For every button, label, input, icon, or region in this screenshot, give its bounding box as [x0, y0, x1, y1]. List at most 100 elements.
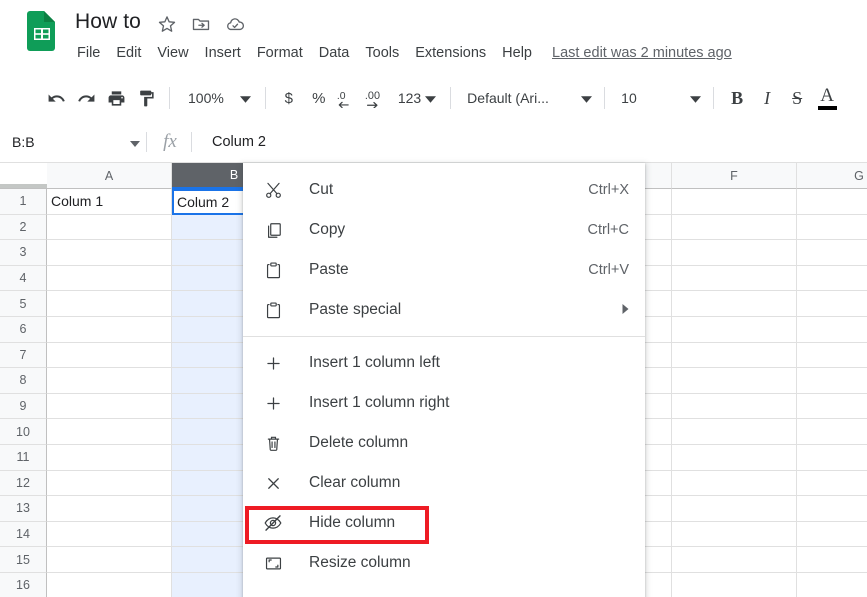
cell-f1[interactable]: [672, 189, 797, 215]
cell-a7[interactable]: [47, 343, 172, 369]
cell-a11[interactable]: [47, 445, 172, 471]
name-box[interactable]: B:B: [12, 130, 140, 154]
cell-a10[interactable]: [47, 419, 172, 445]
cell-a15[interactable]: [47, 547, 172, 573]
menu-format[interactable]: Format: [249, 42, 311, 64]
cell-a3[interactable]: [47, 240, 172, 266]
context-menu-item-clear-column[interactable]: Clear column: [243, 463, 645, 503]
paint-format-button[interactable]: [131, 83, 161, 113]
cell-g14[interactable]: [797, 522, 867, 548]
row-header-12[interactable]: 12: [0, 471, 47, 497]
context-menu-item-paste[interactable]: Paste Ctrl+V: [243, 250, 645, 290]
formula-input[interactable]: Colum 2: [200, 130, 867, 154]
context-menu-item-resize-column[interactable]: Resize column: [243, 543, 645, 583]
context-menu-item-cut[interactable]: Cut Ctrl+X: [243, 170, 645, 210]
cell-a12[interactable]: [47, 471, 172, 497]
cell-g9[interactable]: [797, 394, 867, 420]
cell-g13[interactable]: [797, 496, 867, 522]
column-header-f[interactable]: F: [672, 163, 797, 189]
cell-f4[interactable]: [672, 266, 797, 292]
cell-g11[interactable]: [797, 445, 867, 471]
cell-g2[interactable]: [797, 215, 867, 241]
context-menu-item-copy[interactable]: Copy Ctrl+C: [243, 210, 645, 250]
column-header-a[interactable]: A: [47, 163, 172, 189]
document-title[interactable]: How to: [75, 10, 141, 34]
increase-decimal-button[interactable]: .00: [364, 83, 394, 113]
cell-g8[interactable]: [797, 368, 867, 394]
redo-button[interactable]: [71, 83, 101, 113]
cloud-saved-icon[interactable]: [225, 14, 245, 34]
text-color-button[interactable]: A: [812, 82, 842, 114]
star-icon[interactable]: [157, 14, 177, 34]
row-header-5[interactable]: 5: [0, 291, 47, 317]
menu-extensions[interactable]: Extensions: [407, 42, 494, 64]
percent-format-button[interactable]: %: [304, 83, 334, 113]
context-menu-item-hide-column[interactable]: Hide column: [243, 503, 645, 543]
select-all-corner[interactable]: [0, 163, 48, 189]
zoom-selector[interactable]: 100%: [178, 84, 257, 112]
print-button[interactable]: [101, 83, 131, 113]
context-menu-item-insert-column-left[interactable]: Insert 1 column left: [243, 343, 645, 383]
number-format-selector[interactable]: 123: [394, 84, 442, 112]
cell-a6[interactable]: [47, 317, 172, 343]
bold-button[interactable]: B: [722, 83, 752, 113]
last-edit-status[interactable]: Last edit was 2 minutes ago: [552, 45, 732, 61]
cell-f10[interactable]: [672, 419, 797, 445]
menu-data[interactable]: Data: [311, 42, 358, 64]
row-header-9[interactable]: 9: [0, 394, 47, 420]
cell-a4[interactable]: [47, 266, 172, 292]
row-header-14[interactable]: 14: [0, 522, 47, 548]
cell-g15[interactable]: [797, 547, 867, 573]
row-header-16[interactable]: 16: [0, 573, 47, 597]
move-to-folder-icon[interactable]: [191, 14, 211, 34]
context-menu-item-delete-column[interactable]: Delete column: [243, 423, 645, 463]
cell-a8[interactable]: [47, 368, 172, 394]
row-header-10[interactable]: 10: [0, 419, 47, 445]
decrease-decimal-button[interactable]: .0: [334, 83, 364, 113]
italic-button[interactable]: I: [752, 83, 782, 113]
menu-view[interactable]: View: [149, 42, 196, 64]
cell-a1[interactable]: Colum 1: [47, 189, 172, 215]
menu-edit[interactable]: Edit: [108, 42, 149, 64]
menu-insert[interactable]: Insert: [197, 42, 249, 64]
menu-file[interactable]: File: [75, 42, 108, 64]
cell-f3[interactable]: [672, 240, 797, 266]
cell-f14[interactable]: [672, 522, 797, 548]
cell-g10[interactable]: [797, 419, 867, 445]
row-header-6[interactable]: 6: [0, 317, 47, 343]
cell-f6[interactable]: [672, 317, 797, 343]
row-header-1[interactable]: 1: [0, 189, 47, 215]
row-header-3[interactable]: 3: [0, 240, 47, 266]
cell-g7[interactable]: [797, 343, 867, 369]
context-menu-item-paste-special[interactable]: Paste special: [243, 290, 645, 330]
row-header-8[interactable]: 8: [0, 368, 47, 394]
cell-a16[interactable]: [47, 573, 172, 597]
row-header-13[interactable]: 13: [0, 496, 47, 522]
row-header-15[interactable]: 15: [0, 547, 47, 573]
cell-a14[interactable]: [47, 522, 172, 548]
cell-f7[interactable]: [672, 343, 797, 369]
row-header-7[interactable]: 7: [0, 343, 47, 369]
font-size-selector[interactable]: 10: [613, 84, 705, 112]
cell-f12[interactable]: [672, 471, 797, 497]
cell-f2[interactable]: [672, 215, 797, 241]
strikethrough-button[interactable]: S: [782, 83, 812, 113]
menu-tools[interactable]: Tools: [357, 42, 407, 64]
cell-a2[interactable]: [47, 215, 172, 241]
cell-f8[interactable]: [672, 368, 797, 394]
font-family-selector[interactable]: Default (Ari...: [459, 84, 596, 112]
cell-f16[interactable]: [672, 573, 797, 597]
cell-a5[interactable]: [47, 291, 172, 317]
cell-g6[interactable]: [797, 317, 867, 343]
menu-help[interactable]: Help: [494, 42, 540, 64]
cell-f15[interactable]: [672, 547, 797, 573]
cell-g1[interactable]: [797, 189, 867, 215]
column-header-g[interactable]: G: [797, 163, 867, 189]
cell-a9[interactable]: [47, 394, 172, 420]
context-menu-item-insert-column-right[interactable]: Insert 1 column right: [243, 383, 645, 423]
cell-a13[interactable]: [47, 496, 172, 522]
cell-f9[interactable]: [672, 394, 797, 420]
row-header-4[interactable]: 4: [0, 266, 47, 292]
cell-g16[interactable]: [797, 573, 867, 597]
cell-g5[interactable]: [797, 291, 867, 317]
